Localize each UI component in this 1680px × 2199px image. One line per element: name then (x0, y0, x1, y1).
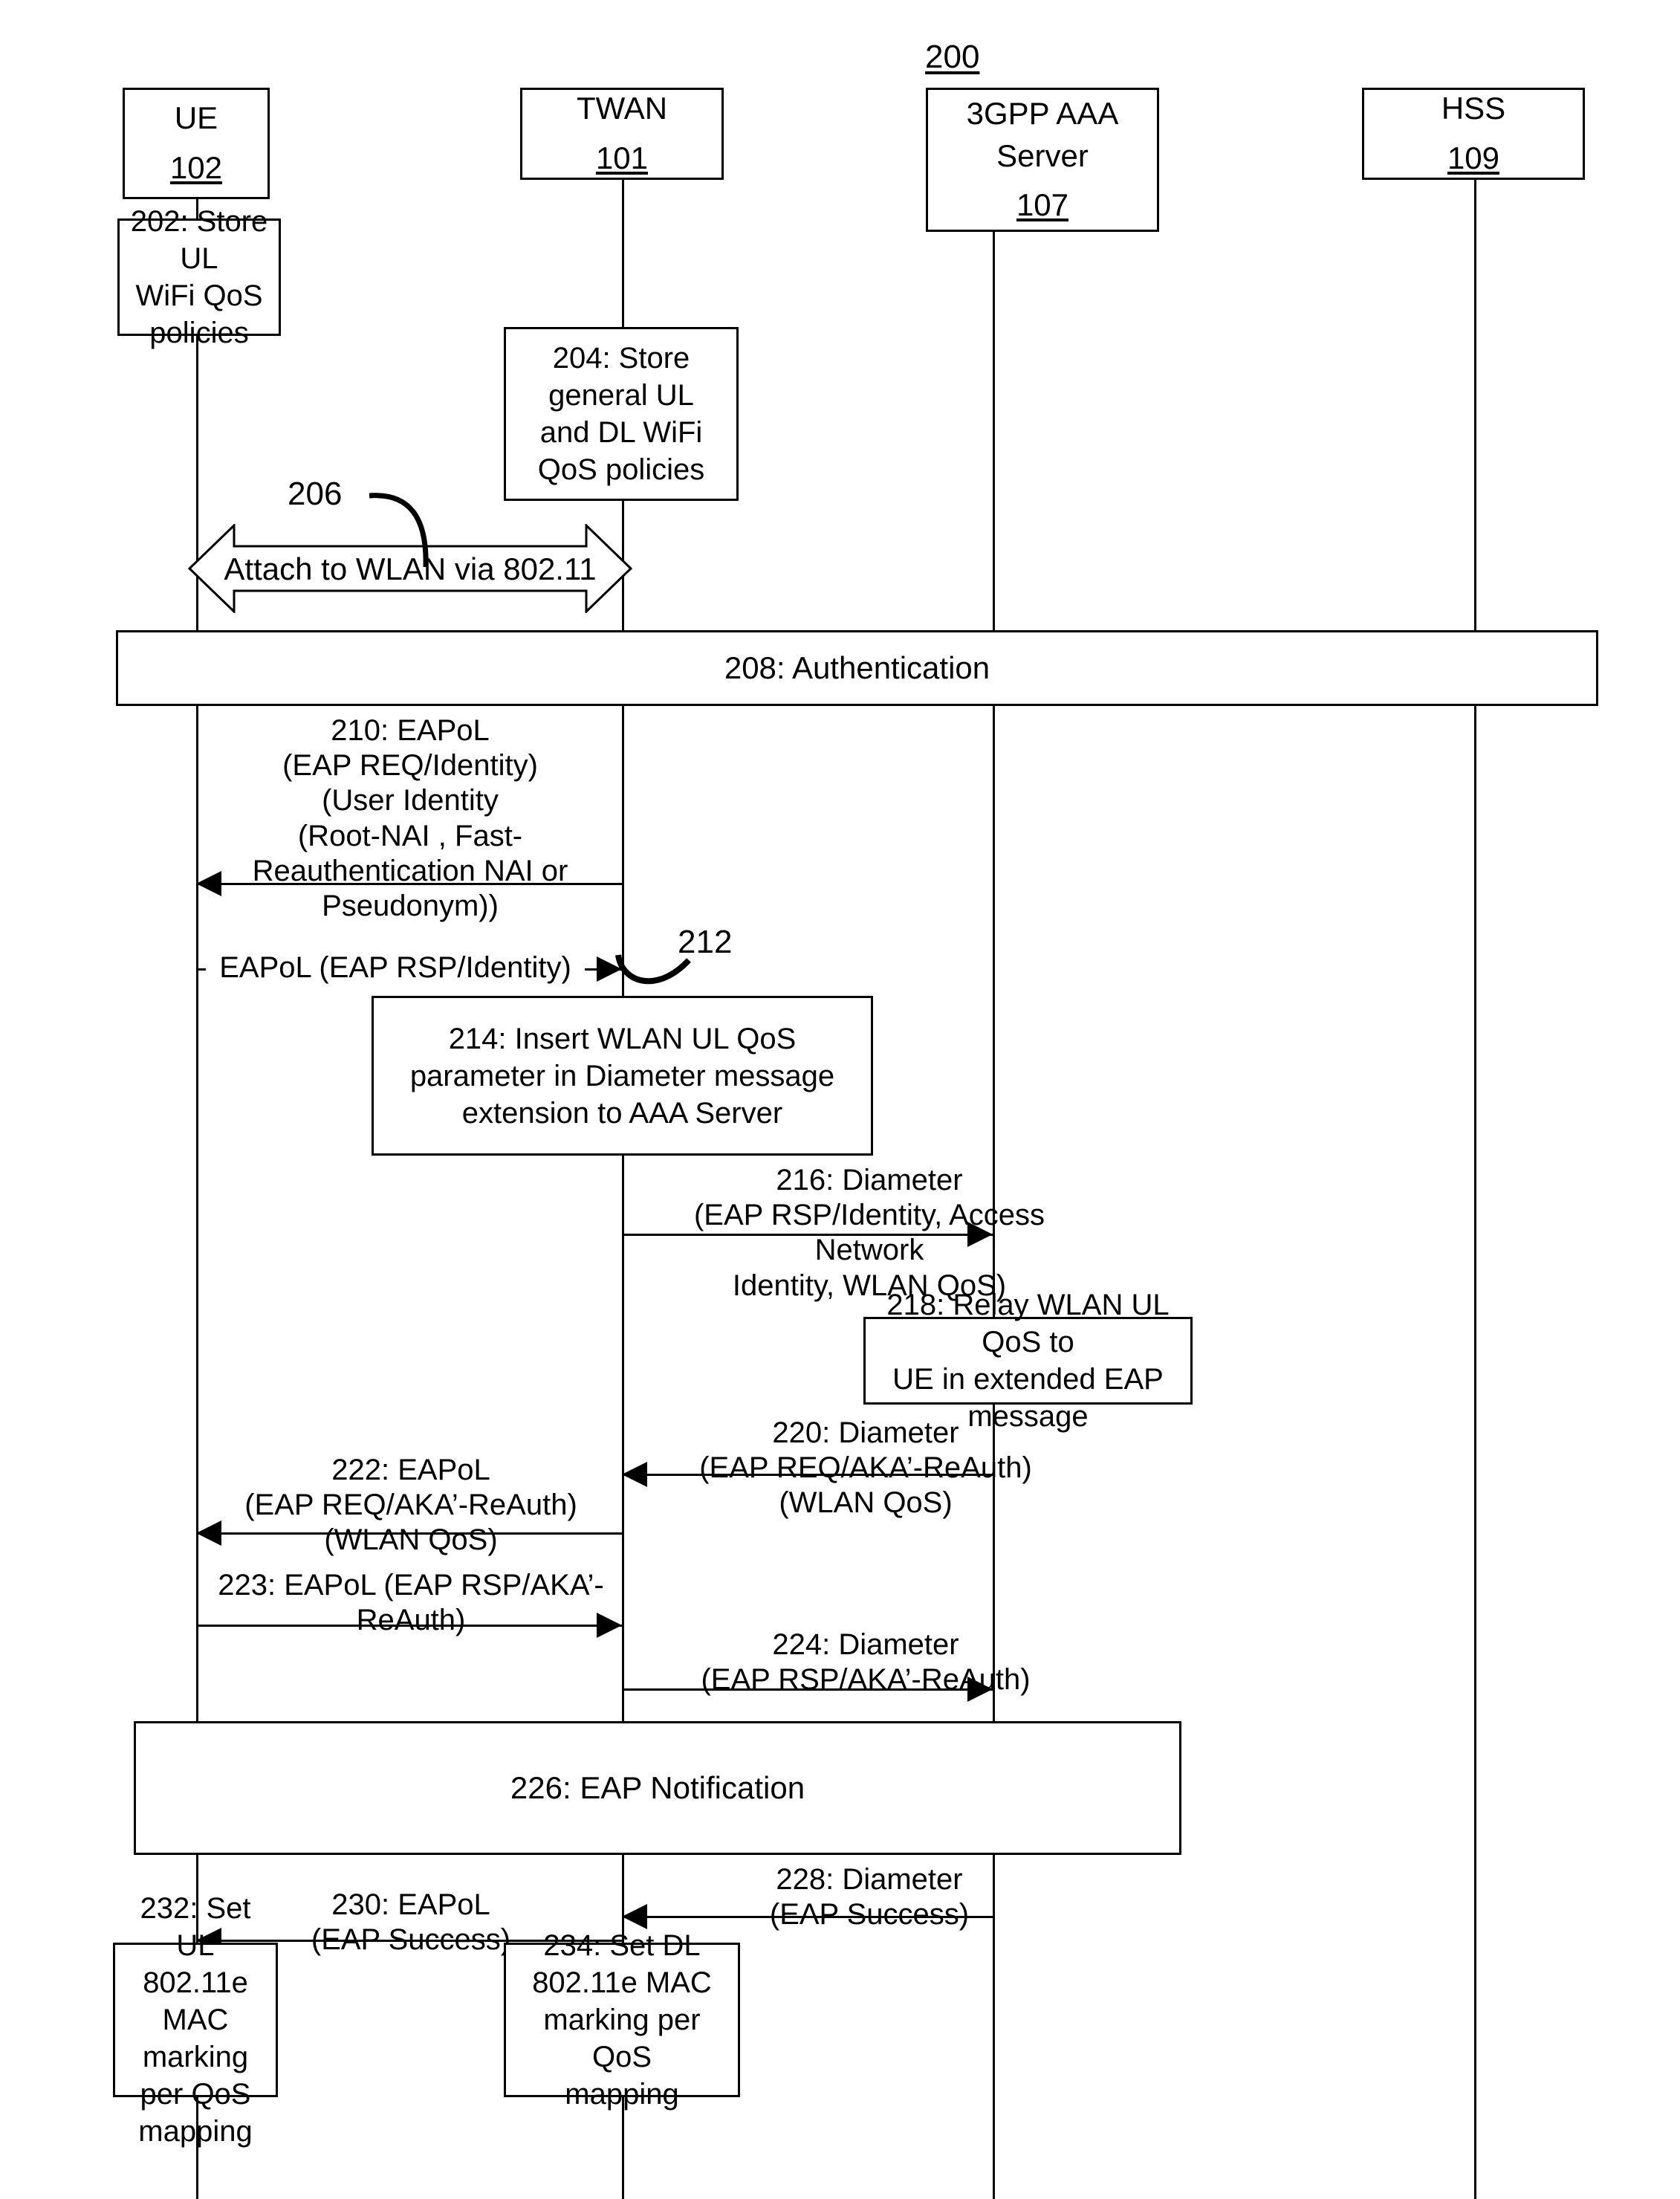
message-224-arrowhead (967, 1677, 993, 1702)
actor-box-twan[interactable]: TWAN 101 (520, 88, 724, 180)
message-222-label: 222: EAPoL (EAP REQ/AKA’-ReAuth) (WLAN Q… (244, 1454, 577, 1557)
message-228-arrowhead (622, 1904, 647, 1929)
sequence-diagram: 200 UE 102 TWAN 101 3GPP AAA Server 107 … (0, 0, 1680, 2199)
actor-name-ue: UE (174, 100, 218, 136)
actor-box-ue[interactable]: UE 102 (123, 88, 270, 199)
callout-212-leader (615, 954, 691, 985)
message-212-label: EAPoL (EAP RSP/Identity) (206, 950, 585, 986)
callout-206-leader (369, 493, 429, 568)
lifeline-hss (1474, 178, 1476, 2199)
message-216-arrowhead (967, 1222, 993, 1247)
figure-reference-number: 200 (925, 39, 980, 75)
callout-206: 206 (288, 476, 343, 512)
span-226-eap-notification[interactable]: 226: EAP Notification (134, 1721, 1181, 1855)
actor-ref-ue: 102 (169, 150, 223, 185)
note-202[interactable]: 202: Store UL WiFi QoS policies (117, 205, 281, 349)
actor-name-hss: HSS (1441, 91, 1506, 126)
message-210-arrowhead (196, 871, 221, 896)
message-210-label: 210: EAPoL (EAP REQ/Identity) (User Iden… (252, 714, 568, 922)
note-214[interactable]: 214: Insert WLAN UL QoS parameter in Dia… (372, 996, 873, 1156)
actor-ref-twan: 101 (595, 140, 649, 175)
actor-box-hss[interactable]: HSS 109 (1362, 88, 1585, 180)
span-208-authentication[interactable]: 208: Authentication (116, 630, 1598, 706)
note-234[interactable]: 234: Set DL 802.11e MAC marking per QoS … (504, 1929, 740, 2111)
actor-ref-aaa: 107 (1016, 187, 1069, 223)
message-224-label: 224: Diameter (EAP RSP/AKA’-ReAuth) (701, 1628, 1031, 1697)
actor-name-twan: TWAN (576, 91, 668, 126)
note-204[interactable]: 204: Store general UL and DL WiFi QoS po… (504, 327, 739, 501)
note-232[interactable]: 232: Set UL 802.11e MAC marking per QoS … (113, 1892, 278, 2148)
actor-box-aaa[interactable]: 3GPP AAA Server 107 (926, 88, 1159, 232)
message-223-label: 223: EAPoL (EAP RSP/AKA’- ReAuth) (218, 1569, 604, 1637)
note-218[interactable]: 218: Relay WLAN UL QoS to UE in extended… (863, 1289, 1193, 1433)
actor-ref-hss: 109 (1447, 140, 1500, 175)
message-216-label: 216: Diameter (EAP RSP/Identity, Access … (693, 1164, 1045, 1302)
message-223-arrowhead (597, 1613, 622, 1638)
message-220-arrowhead (622, 1462, 647, 1487)
message-222-arrowhead (196, 1520, 221, 1546)
actor-name-aaa: 3GPP AAA Server (966, 95, 1119, 173)
message-228-label: 228: Diameter (EAP Success) (769, 1863, 970, 1931)
